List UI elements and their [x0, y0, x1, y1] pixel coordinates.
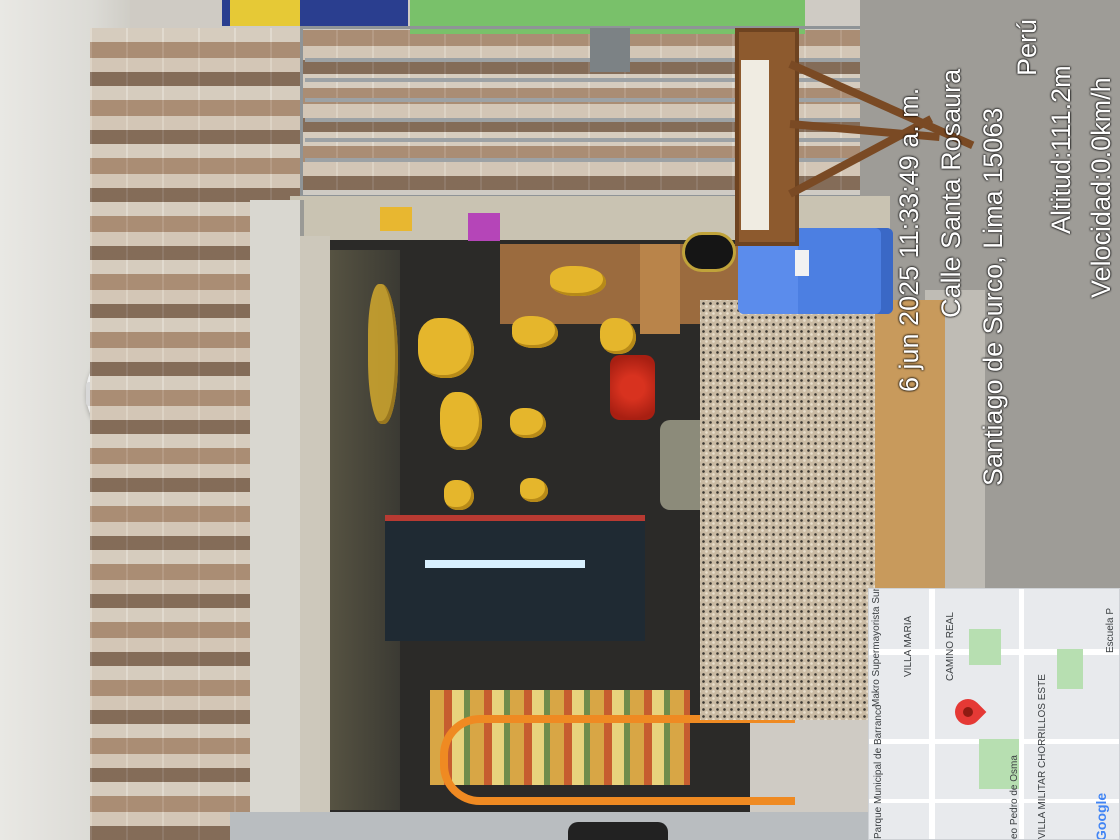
door-frame-inner	[300, 236, 330, 826]
map-pin-dot	[963, 707, 973, 717]
refrigerator-light	[425, 560, 585, 568]
google-logo: Google	[1093, 792, 1109, 840]
banana-bunch	[520, 478, 548, 502]
sticker	[380, 207, 412, 231]
gate-lock	[590, 28, 630, 72]
badge-sign	[682, 232, 736, 272]
refrigerator	[385, 515, 645, 641]
map-park-area	[1057, 649, 1083, 689]
gps-overlay: 6 jun 2025 11:33:49 a. m. Calle Santa Ro…	[882, 0, 1120, 580]
timestamp-text: 6 jun 2025 11:33:49 a. m.	[894, 87, 924, 392]
door-frame-bottom	[230, 812, 880, 840]
map-park-area	[969, 629, 1001, 665]
street-text: Calle Santa Rosaura	[936, 68, 966, 318]
poster-stripe	[230, 0, 300, 26]
cooler-label	[795, 250, 809, 276]
district-text: Santiago de Surco, Lima 15063	[978, 107, 1008, 486]
map-label: VILLA MARIA	[903, 615, 914, 677]
sign-paper	[741, 60, 769, 230]
sticker	[568, 822, 668, 840]
speed-text: Velocidad:0.0km/h	[1086, 77, 1116, 298]
altitude-text: Altitud:111.2m	[1046, 65, 1076, 234]
map-label: Makro Supermayorista Surco	[871, 588, 882, 707]
banana-bunch	[512, 316, 558, 348]
map-road	[869, 799, 1119, 803]
banana-bunch	[444, 480, 474, 510]
map-label: VILLA MILITAR CHORRILLOS ESTE	[1037, 674, 1048, 839]
banana-bunch	[600, 318, 636, 354]
banana-bunch	[510, 408, 546, 438]
sticker	[468, 213, 500, 241]
orange-display-frame	[440, 715, 795, 805]
map-label: Escuela P	[1105, 607, 1116, 653]
map-label: eo Pedro de Osma	[1009, 755, 1020, 839]
map-label: CAMINO REAL	[945, 612, 956, 681]
banana-bunch	[550, 266, 606, 296]
country-text: Perú	[1012, 18, 1042, 76]
tomatoes	[610, 355, 655, 420]
wooden-shelf-post	[640, 244, 680, 334]
map-thumbnail[interactable]: Makro Supermayorista Surco VILLA MARIA C…	[868, 588, 1120, 840]
door-frame-side	[250, 200, 304, 830]
map-label: Parque Municipal de Barranco	[873, 704, 884, 839]
